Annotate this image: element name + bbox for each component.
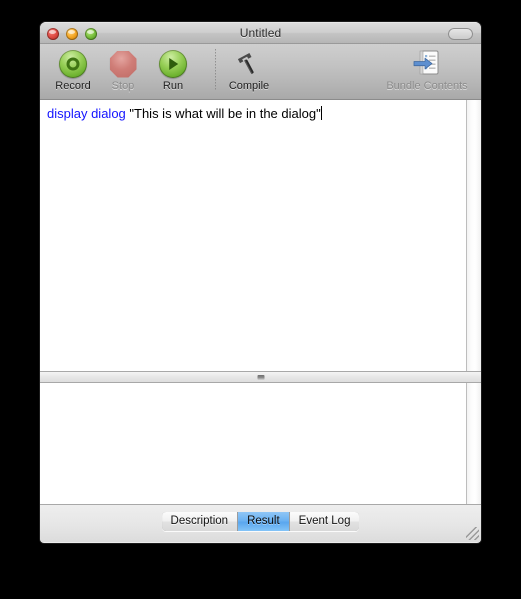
compile-button-label: Compile xyxy=(228,80,270,92)
bottom-bar: Description Result Event Log xyxy=(40,505,481,542)
script-editor-pane[interactable]: display dialog "This is what will be in … xyxy=(40,100,481,372)
play-triangle-icon xyxy=(148,49,198,79)
record-button-label: Record xyxy=(55,80,91,92)
bundle-contents-button[interactable]: Bundle Contents xyxy=(379,44,475,92)
stop-octagon-icon xyxy=(98,49,148,79)
run-button[interactable]: Run xyxy=(148,44,198,92)
window-title: Untitled xyxy=(239,26,282,40)
pane-splitter[interactable] xyxy=(40,372,481,383)
tab-event-log[interactable]: Event Log xyxy=(289,512,360,531)
record-circle-icon xyxy=(48,49,98,79)
document-arrow-icon xyxy=(379,49,475,79)
window-titlebar: Untitled xyxy=(40,22,481,44)
tab-description[interactable]: Description xyxy=(161,512,239,531)
script-vertical-scrollbar[interactable] xyxy=(466,100,481,371)
bottom-tab-segmented-control: Description Result Event Log xyxy=(161,512,360,531)
toolbar-separator xyxy=(215,49,216,91)
script-editor-window: Untitled Record Stop Run Compile Bundle … xyxy=(40,22,481,543)
hammer-icon xyxy=(216,49,282,79)
bundle-contents-label: Bundle Contents xyxy=(386,80,468,92)
toolbar-toggle-button[interactable] xyxy=(448,28,473,40)
toolbar-left-group: Record Stop Run Compile xyxy=(48,44,282,100)
window-resize-grip[interactable] xyxy=(466,527,479,540)
tab-result[interactable]: Result xyxy=(238,512,290,531)
compile-button[interactable]: Compile xyxy=(216,44,282,92)
text-caret xyxy=(320,106,322,120)
toolbar-right-group: Bundle Contents xyxy=(379,44,475,100)
code-keyword: display dialog xyxy=(47,106,126,121)
result-pane[interactable] xyxy=(40,383,481,505)
result-vertical-scrollbar[interactable] xyxy=(466,383,481,504)
stop-button-label: Stop xyxy=(111,80,135,92)
script-code-line[interactable]: display dialog "This is what will be in … xyxy=(47,106,322,121)
toolbar: Record Stop Run Compile Bundle Contents xyxy=(40,44,481,100)
record-button[interactable]: Record xyxy=(48,44,98,92)
run-button-label: Run xyxy=(162,80,184,92)
splitter-handle-icon[interactable] xyxy=(257,375,264,380)
stop-button[interactable]: Stop xyxy=(98,44,148,92)
code-string: "This is what will be in the dialog" xyxy=(125,106,321,121)
